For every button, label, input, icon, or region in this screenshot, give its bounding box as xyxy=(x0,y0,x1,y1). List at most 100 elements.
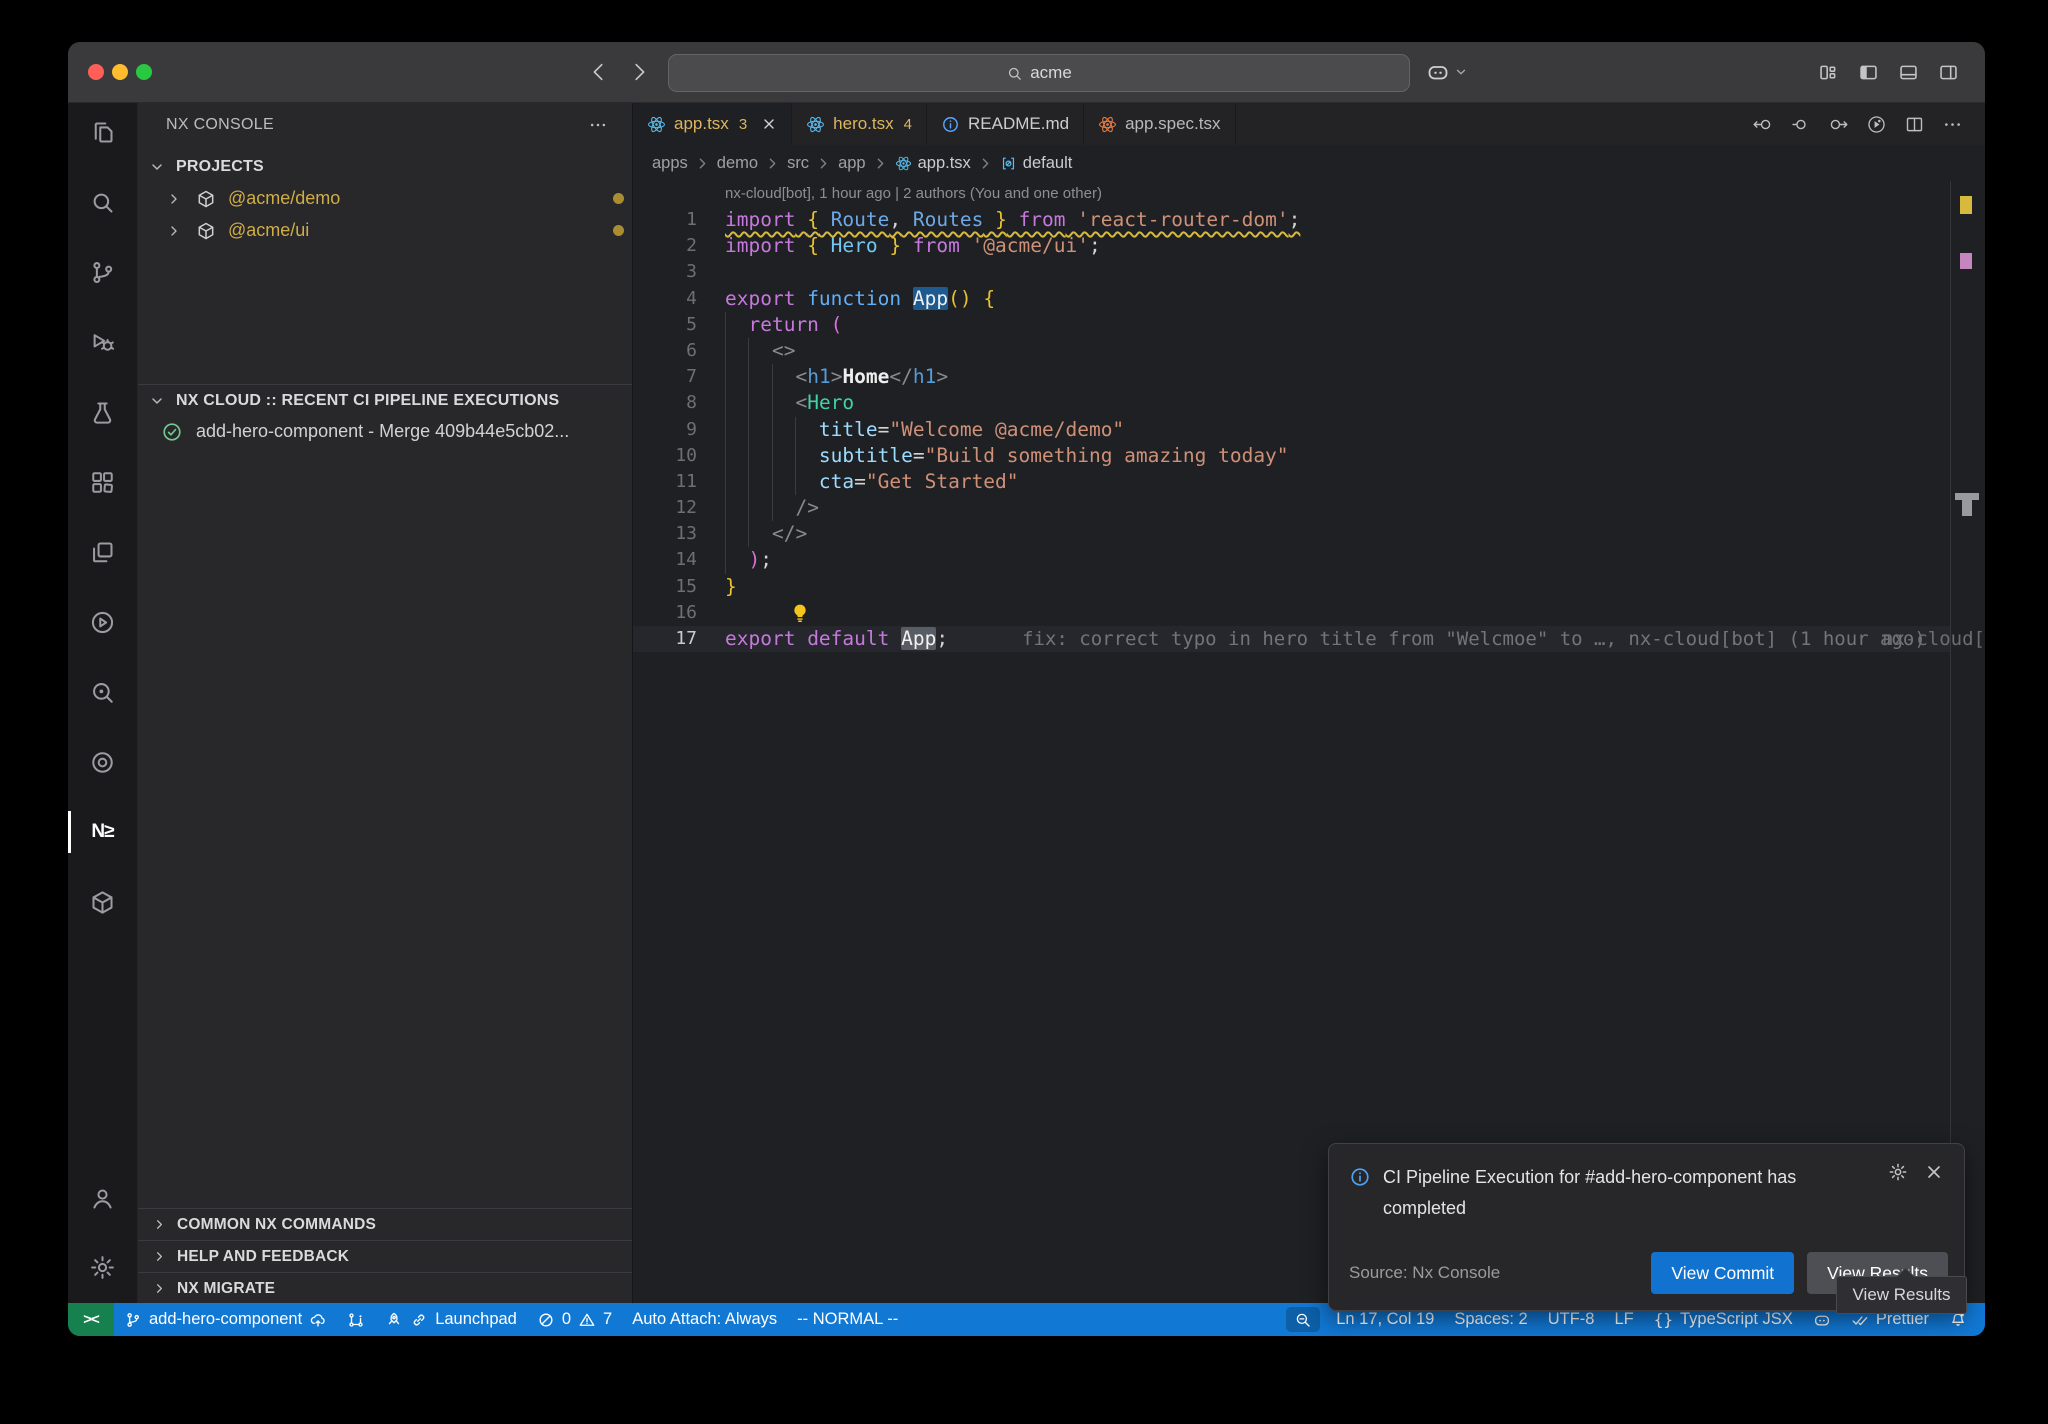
more-actions-icon[interactable] xyxy=(588,115,608,135)
problems-status[interactable]: 07 xyxy=(527,1303,622,1336)
code-line-14[interactable]: 14 ); xyxy=(633,547,1950,573)
code-line-15[interactable]: 15} xyxy=(633,574,1950,600)
code-line-8[interactable]: 8 <Hero xyxy=(633,390,1950,416)
activity-item-settings[interactable] xyxy=(68,1243,137,1291)
tab-app-spec-tsx[interactable]: app.spec.tsx xyxy=(1084,103,1235,145)
branch-status[interactable]: add-hero-component xyxy=(114,1303,337,1336)
view-commit-button[interactable]: View Commit xyxy=(1651,1252,1794,1294)
project-item[interactable]: @acme/demo xyxy=(138,183,660,214)
code-line-9[interactable]: 9 title="Welcome @acme/demo" xyxy=(633,417,1950,443)
vim-mode-status[interactable]: -- NORMAL -- xyxy=(787,1303,908,1336)
activity-item-package-explorer[interactable] xyxy=(68,878,137,926)
breadcrumb-item[interactable]: demo xyxy=(717,154,758,173)
breadcrumb-item[interactable]: app xyxy=(838,154,866,173)
code-line-5[interactable]: 5 return ( xyxy=(633,312,1950,338)
breadcrumb-symbol[interactable]: default xyxy=(1023,154,1073,173)
nx-cloud-section-header[interactable]: NX CLOUD :: RECENT CI PIPELINE EXECUTION… xyxy=(138,386,643,416)
chevron-down-icon xyxy=(149,393,165,409)
notification-message: CI Pipeline Execution for #add-hero-comp… xyxy=(1383,1162,1823,1224)
zoom-indicator[interactable] xyxy=(1286,1307,1320,1332)
nav-forward-icon[interactable] xyxy=(1828,114,1849,135)
codelens-blame[interactable]: nx-cloud[bot], 1 hour ago | 2 authors (Y… xyxy=(633,181,1985,207)
collapsed-section-help-and-feedback[interactable]: HELP AND FEEDBACK xyxy=(138,1240,632,1272)
tab-README-md[interactable]: README.md xyxy=(927,103,1084,145)
collapsed-section-common-nx-commands[interactable]: COMMON NX COMMANDS xyxy=(138,1208,632,1240)
lightbulb-icon[interactable] xyxy=(789,602,811,624)
activity-item-code-inspect[interactable] xyxy=(68,668,137,716)
activity-item-explorer[interactable] xyxy=(68,108,137,156)
status-text: 0 xyxy=(562,1310,571,1329)
code-area[interactable]: nx-cloud[bot], 1 hour ago | 2 authors (Y… xyxy=(633,181,1985,652)
split-icon[interactable] xyxy=(1904,114,1925,135)
tab-bar: app.tsx3hero.tsx4README.mdapp.spec.tsx xyxy=(633,103,1985,145)
indent-guide xyxy=(725,547,726,573)
toggle-secondary-sidebar-icon[interactable] xyxy=(1938,62,1959,83)
breadcrumb-item[interactable]: src xyxy=(787,154,809,173)
projects-section-header[interactable]: PROJECTS xyxy=(138,151,643,183)
notification-close-icon[interactable] xyxy=(1924,1162,1944,1182)
tab-problems-badge: 3 xyxy=(739,116,747,133)
history-forward-icon[interactable] xyxy=(628,61,650,83)
code-line-6[interactable]: 6 <> xyxy=(633,338,1950,364)
command-center-search[interactable]: acme xyxy=(668,54,1410,92)
code-line-10[interactable]: 10 subtitle="Build something amazing tod… xyxy=(633,443,1950,469)
section-label: NX CLOUD :: RECENT CI PIPELINE EXECUTION… xyxy=(176,392,559,410)
breadcrumb-item[interactable]: apps xyxy=(652,154,688,173)
code-text: import { Hero } from '@acme/ui'; xyxy=(725,233,1101,259)
minimize-window-button[interactable] xyxy=(112,64,128,80)
zoom-icon xyxy=(1294,1311,1312,1329)
launchpad-button[interactable]: Launchpad xyxy=(375,1303,527,1336)
ellipsis-icon[interactable] xyxy=(1942,114,1963,135)
customize-layout-icon[interactable] xyxy=(1818,62,1839,83)
line-number: 17 xyxy=(633,626,697,652)
code-line-2[interactable]: 2import { Hero } from '@acme/ui'; xyxy=(633,233,1950,259)
line-number: 5 xyxy=(633,312,697,338)
tab-app-tsx[interactable]: app.tsx3 xyxy=(633,103,792,145)
close-window-button[interactable] xyxy=(88,64,104,80)
remote-indicator[interactable]: >< xyxy=(68,1303,114,1336)
close-icon[interactable] xyxy=(761,116,777,132)
code-line-11[interactable]: 11 cta="Get Started" xyxy=(633,469,1950,495)
toggle-primary-sidebar-icon[interactable] xyxy=(1858,62,1879,83)
code-line-1[interactable]: 1import { Route, Routes } from 'react-ro… xyxy=(633,207,1950,233)
activity-item-remote-explorer[interactable] xyxy=(68,528,137,576)
code-line-3[interactable]: 3 xyxy=(633,259,1950,285)
copilot-menu[interactable] xyxy=(1426,42,1468,102)
collapsed-section-nx-migrate[interactable]: NX MIGRATE xyxy=(138,1272,632,1304)
code-line-16[interactable]: 16 xyxy=(633,600,1950,626)
activity-item-run-circle[interactable] xyxy=(68,598,137,646)
code-line-12[interactable]: 12 /> xyxy=(633,495,1950,521)
code-line-13[interactable]: 13 </> xyxy=(633,521,1950,547)
activity-item-testing[interactable] xyxy=(68,388,137,436)
breadcrumb-file[interactable]: app.tsx xyxy=(918,154,971,173)
run-editor-icon[interactable] xyxy=(1866,114,1887,135)
pipeline-execution-item[interactable]: add-hero-component - Merge 409b44e5cb02.… xyxy=(138,416,655,447)
line-number: 15 xyxy=(633,574,697,600)
activity-item-run-and-debug[interactable] xyxy=(68,318,137,366)
auto-attach-status[interactable]: Auto Attach: Always xyxy=(622,1303,787,1336)
code-line-17[interactable]: 17export default App;fix: correct typo i… xyxy=(633,626,1950,652)
zoom-window-button[interactable] xyxy=(136,64,152,80)
nav-back-icon[interactable] xyxy=(1752,114,1773,135)
git-graph-button[interactable] xyxy=(337,1303,375,1336)
chevron-right-icon xyxy=(872,155,889,172)
code-line-4[interactable]: 4export function App() { xyxy=(633,286,1950,312)
activity-item-nx-console[interactable]: N≥ xyxy=(68,808,137,856)
notification-settings-icon[interactable] xyxy=(1888,1162,1908,1182)
nav-dot-icon[interactable] xyxy=(1790,114,1811,135)
code-line-7[interactable]: 7 <h1>Home</h1> xyxy=(633,364,1950,390)
tab-hero-tsx[interactable]: hero.tsx4 xyxy=(792,103,927,145)
chevron-right-icon xyxy=(152,1249,167,1264)
activity-item-search[interactable] xyxy=(68,178,137,226)
toggle-panel-icon[interactable] xyxy=(1898,62,1919,83)
project-item[interactable]: @acme/ui xyxy=(138,215,660,246)
search-icon xyxy=(89,189,116,216)
code-text: </> xyxy=(725,521,807,547)
line-number: 9 xyxy=(633,417,697,443)
history-back-icon[interactable] xyxy=(588,61,610,83)
activity-item-source-control[interactable] xyxy=(68,248,137,296)
activity-item-accounts[interactable] xyxy=(68,1174,137,1222)
activity-item-gitlens[interactable] xyxy=(68,738,137,786)
activity-item-extensions[interactable] xyxy=(68,458,137,506)
indent-guide xyxy=(748,495,749,521)
